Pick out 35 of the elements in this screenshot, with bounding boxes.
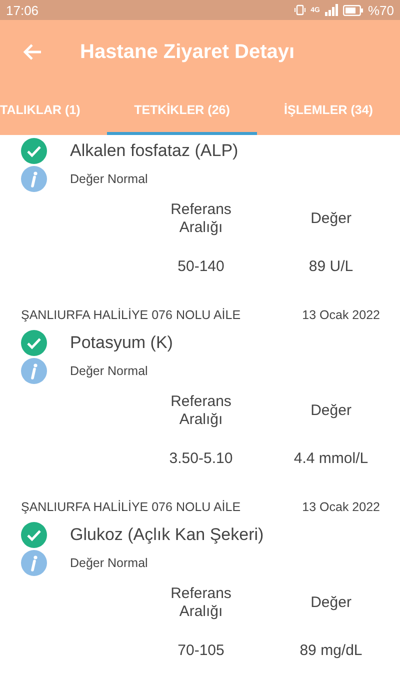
reference-range: 3.50-5.10: [168, 448, 234, 468]
test-date: 13 Ocak 2022: [302, 308, 380, 322]
screen-title: Hastane Ziyaret Detayı: [80, 40, 295, 64]
column-header: Referans Aralığı: [170, 392, 232, 430]
result-status: Değer Normal: [70, 172, 148, 186]
result-status: Değer Normal: [70, 364, 148, 378]
test-name: Alkalen fosfataz (ALP): [70, 141, 238, 161]
facility-name: ŞANLIURFA HALİLİYE 076 NOLU AİLE: [21, 308, 241, 322]
tab[interactable]: TETKİKLER (26): [107, 84, 257, 135]
battery-percent: %70: [368, 2, 394, 18]
facility-name: ŞANLIURFA HALİLİYE 076 NOLU AİLE: [21, 500, 241, 514]
test-name: Potasyum (K): [70, 333, 173, 353]
signal-icon: [324, 4, 338, 16]
column-header: Referans Aralığı: [170, 584, 232, 622]
tab[interactable]: İŞLEMLER (34): [257, 84, 400, 135]
back-arrow-icon[interactable]: [22, 43, 42, 61]
column-header: Referans Aralığı: [170, 200, 232, 238]
tab[interactable]: TALIKLAR (1): [0, 84, 107, 135]
info-icon: [21, 166, 47, 192]
result-value: 89 mg/dL: [298, 640, 364, 660]
result-value: 89 U/L: [308, 256, 354, 276]
reference-range: 70-105: [176, 640, 226, 660]
clock-time: 17:06: [6, 2, 39, 18]
result-value: 4.4 mmol/L: [292, 448, 370, 468]
column-header: Değer: [310, 401, 352, 421]
battery-icon: [342, 4, 363, 16]
reference-range: 50-140: [176, 256, 226, 276]
info-icon: [21, 358, 47, 384]
column-header: Değer: [310, 593, 352, 613]
test-name: Glukoz (Açlık Kan Şekeri): [70, 525, 264, 545]
test-date: 13 Ocak 2022: [302, 500, 380, 514]
info-icon: [21, 550, 47, 576]
vibrate-icon: [294, 4, 306, 16]
result-status: Değer Normal: [70, 556, 148, 570]
column-header: Değer: [310, 209, 352, 229]
